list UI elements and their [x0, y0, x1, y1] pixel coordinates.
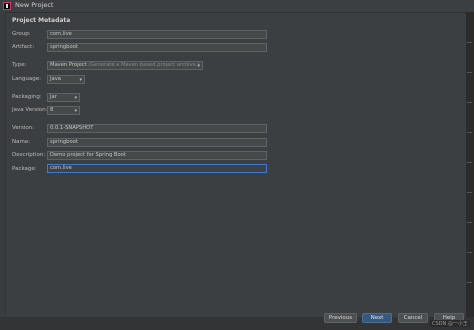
window-title: New Project	[15, 1, 54, 9]
artifact-label: Artifact:	[12, 44, 35, 50]
chevron-down-icon: ▾	[74, 108, 77, 114]
group-label: Group:	[12, 31, 31, 37]
type-value: Maven Project	[50, 62, 87, 68]
right-panel-edge	[466, 12, 474, 317]
type-dropdown[interactable]: Maven Project (Generate a Maven based pr…	[47, 61, 203, 70]
java-version-dropdown[interactable]: 8 ▾	[47, 106, 80, 115]
watermark: CSDN @一小王	[430, 320, 470, 327]
version-field[interactable]: 0.0.1-SNAPSHOT	[47, 124, 267, 133]
language-value: Java	[50, 76, 61, 82]
language-label: Language:	[12, 76, 41, 82]
packaging-value: Jar	[50, 94, 57, 100]
language-dropdown[interactable]: Java ▾	[47, 75, 85, 84]
name-field[interactable]: springboot	[47, 138, 267, 147]
version-label: Version:	[12, 125, 35, 131]
package-field[interactable]: com.live	[47, 164, 267, 173]
description-field[interactable]: Demo project for Spring Boot	[47, 151, 267, 160]
chevron-down-icon: ▾	[79, 77, 82, 83]
new-project-dialog: New Project Project Metadata Group: com.…	[0, 0, 474, 330]
previous-button[interactable]: Previous	[324, 313, 357, 323]
java-version-value: 8	[50, 107, 54, 113]
title-bar: New Project	[0, 0, 474, 13]
packaging-label: Packaging:	[12, 94, 42, 100]
description-label: Description:	[12, 152, 46, 158]
artifact-field[interactable]: springboot	[47, 43, 267, 52]
chevron-down-icon: ▾	[74, 95, 77, 101]
group-field[interactable]: com.live	[47, 30, 267, 39]
java-version-label: Java Version:	[12, 107, 48, 113]
type-hint: (Generate a Maven based project archive.…	[88, 62, 200, 68]
left-panel-edge	[0, 12, 6, 317]
intellij-app-icon	[3, 2, 11, 10]
packaging-dropdown[interactable]: Jar ▾	[47, 93, 80, 102]
chevron-down-icon: ▾	[197, 63, 200, 69]
package-label: Package:	[12, 166, 37, 172]
next-button[interactable]: Next	[362, 313, 392, 323]
cancel-button[interactable]: Cancel	[398, 313, 428, 323]
name-label: Name:	[12, 139, 31, 145]
type-label: Type:	[12, 62, 27, 68]
section-title: Project Metadata	[12, 17, 71, 24]
